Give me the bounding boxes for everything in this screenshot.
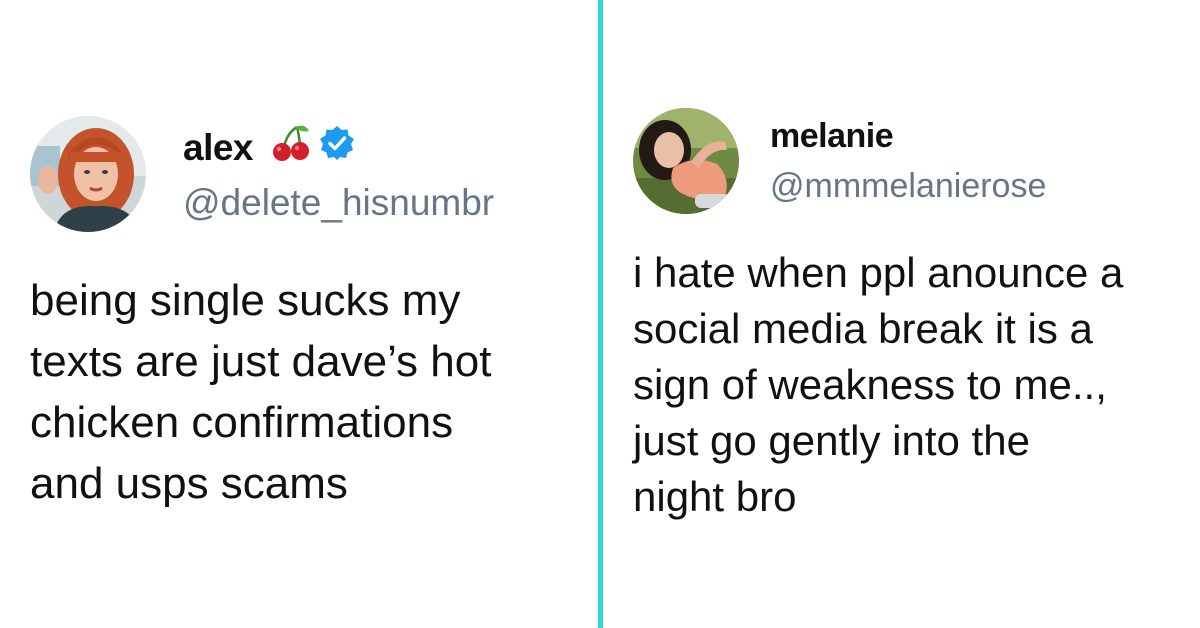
tweet-text-line: being single sucks my <box>30 276 461 325</box>
tweet-text: i hate when ppl anounce a social media b… <box>633 245 1123 525</box>
display-name-text: alex <box>183 126 254 168</box>
display-name[interactable]: melanie <box>770 117 894 156</box>
tweet-text-line: and usps scams <box>30 459 348 508</box>
tweet-text: being single sucks my texts are just dav… <box>30 270 491 514</box>
cherries-icon <box>271 123 311 172</box>
tweet-text-line: sign of weakness to me.., <box>633 361 1107 408</box>
avatar[interactable] <box>633 108 739 214</box>
tweet-card-melanie: melanie @mmmelanierose i hate when ppl a… <box>604 0 1200 628</box>
tweet-text-line: chicken confirmations <box>30 398 454 447</box>
handle[interactable]: @delete_hisnumbr <box>183 182 494 224</box>
avatar[interactable] <box>30 116 146 232</box>
tweet-text-line: texts are just dave’s hot <box>30 337 492 386</box>
tweet-card-alex: alex @delete_hisnumbr being single sucks… <box>0 0 598 628</box>
tweet-text-line: night bro <box>633 473 797 520</box>
tweet-text-line: social media break it is a <box>633 305 1093 352</box>
verified-badge-icon <box>319 125 355 170</box>
divider <box>598 0 603 628</box>
tweet-text-line: just go gently into the <box>633 417 1030 464</box>
tweet-text-line: i hate when ppl anounce a <box>633 249 1124 296</box>
display-name-text: melanie <box>770 117 894 155</box>
display-name[interactable]: alex <box>183 123 355 172</box>
handle[interactable]: @mmmelanierose <box>770 167 1046 206</box>
